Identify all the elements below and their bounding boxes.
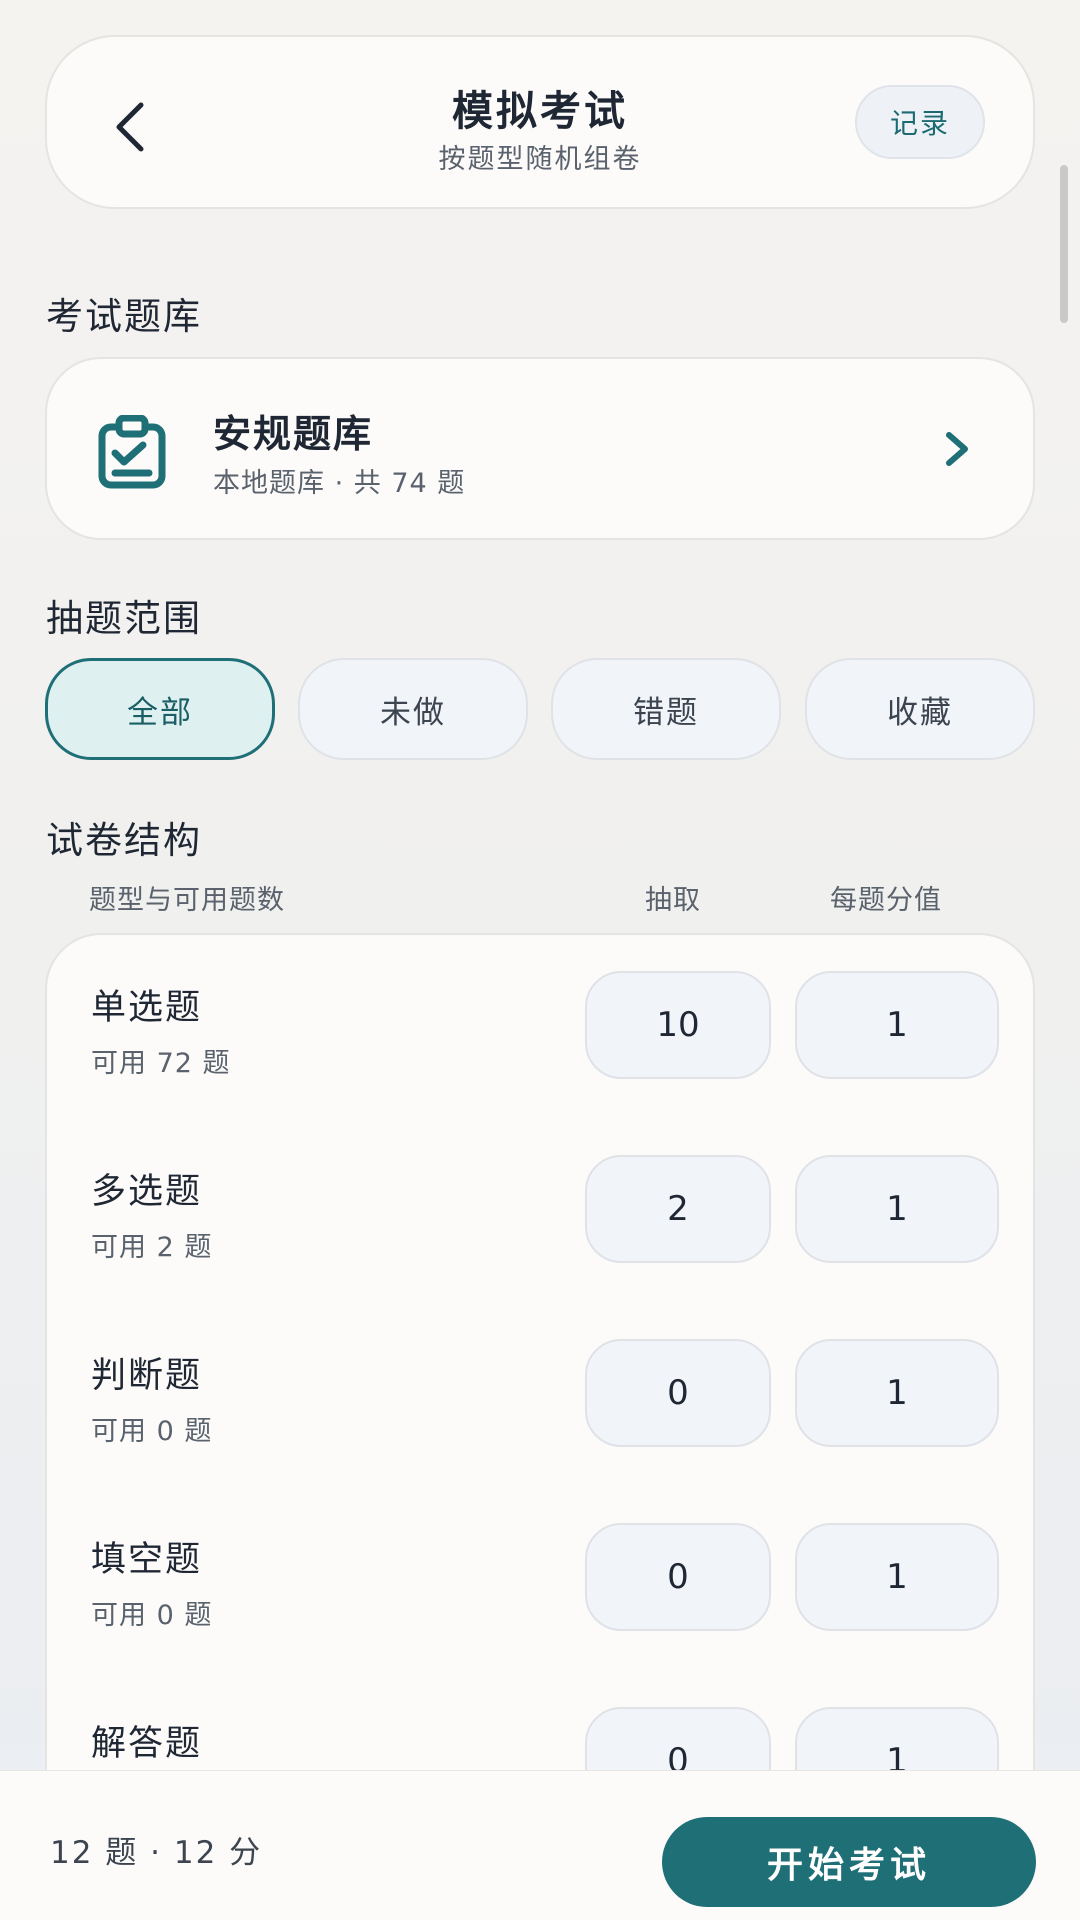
count-input[interactable]: 10: [585, 971, 771, 1079]
question-type-name: 解答题: [91, 1724, 203, 1764]
question-type-row: 单选题 可用 72 题 10 1: [47, 935, 1037, 1079]
score-input[interactable]: 1: [795, 971, 999, 1079]
scroll-area[interactable]: 模拟考试 按题型随机组卷 记录 考试题库 安规题库 本地题库 · 共 74 题 …: [0, 0, 1080, 1770]
score-input[interactable]: 1: [795, 1339, 999, 1447]
score-input[interactable]: 1: [795, 1523, 999, 1631]
section-title-scope: 抽题范围: [46, 597, 202, 640]
exam-summary: 12 题 · 12 分: [50, 1835, 263, 1871]
question-type-name: 判断题: [91, 1356, 203, 1396]
column-header-score: 每题分值: [830, 885, 942, 916]
records-button[interactable]: 记录: [855, 85, 985, 159]
bank-name: 安规题库: [213, 412, 374, 456]
count-input[interactable]: 2: [585, 1155, 771, 1263]
question-type-row: 多选题 可用 2 题 2 1: [47, 1119, 1037, 1263]
score-input[interactable]: 1: [795, 1707, 999, 1770]
section-title-structure: 试卷结构: [46, 819, 202, 862]
question-type-row: 解答题 0 1: [47, 1671, 1037, 1770]
scope-chip-undone[interactable]: 未做: [298, 658, 528, 760]
question-type-available: 可用 0 题: [91, 1416, 213, 1447]
count-input[interactable]: 0: [585, 1707, 771, 1770]
section-title-bank: 考试题库: [46, 295, 202, 338]
bank-meta: 本地题库 · 共 74 题: [213, 468, 466, 499]
question-bank-card[interactable]: 安规题库 本地题库 · 共 74 题: [45, 357, 1035, 540]
bottom-bar: 12 题 · 12 分 开始考试: [0, 1770, 1080, 1920]
question-type-name: 填空题: [91, 1540, 203, 1580]
paper-structure-card: 单选题 可用 72 题 10 1 多选题 可用 2 题 2 1 判断题 可用 0…: [45, 933, 1035, 1770]
question-type-row: 判断题 可用 0 题 0 1: [47, 1303, 1037, 1447]
question-type-name: 单选题: [91, 988, 203, 1028]
count-input[interactable]: 0: [585, 1339, 771, 1447]
scope-chip-favorite[interactable]: 收藏: [805, 658, 1035, 760]
start-exam-button[interactable]: 开始考试: [662, 1817, 1036, 1907]
question-type-row: 填空题 可用 0 题 0 1: [47, 1487, 1037, 1631]
score-input[interactable]: 1: [795, 1155, 999, 1263]
question-type-available: 可用 72 题: [91, 1048, 231, 1079]
chevron-right-icon: [946, 432, 968, 466]
header-card: 模拟考试 按题型随机组卷 记录: [45, 35, 1035, 209]
count-input[interactable]: 0: [585, 1523, 771, 1631]
column-header-type: 题型与可用题数: [89, 885, 285, 916]
question-type-available: 可用 0 题: [91, 1600, 213, 1631]
scrollbar[interactable]: [1060, 165, 1068, 323]
question-type-name: 多选题: [91, 1172, 203, 1212]
scope-chip-all[interactable]: 全部: [45, 658, 275, 760]
scope-chip-wrong[interactable]: 错题: [551, 658, 781, 760]
column-header-count: 抽取: [645, 885, 701, 916]
question-type-available: 可用 2 题: [91, 1232, 213, 1263]
clipboard-check-icon: [98, 415, 166, 489]
